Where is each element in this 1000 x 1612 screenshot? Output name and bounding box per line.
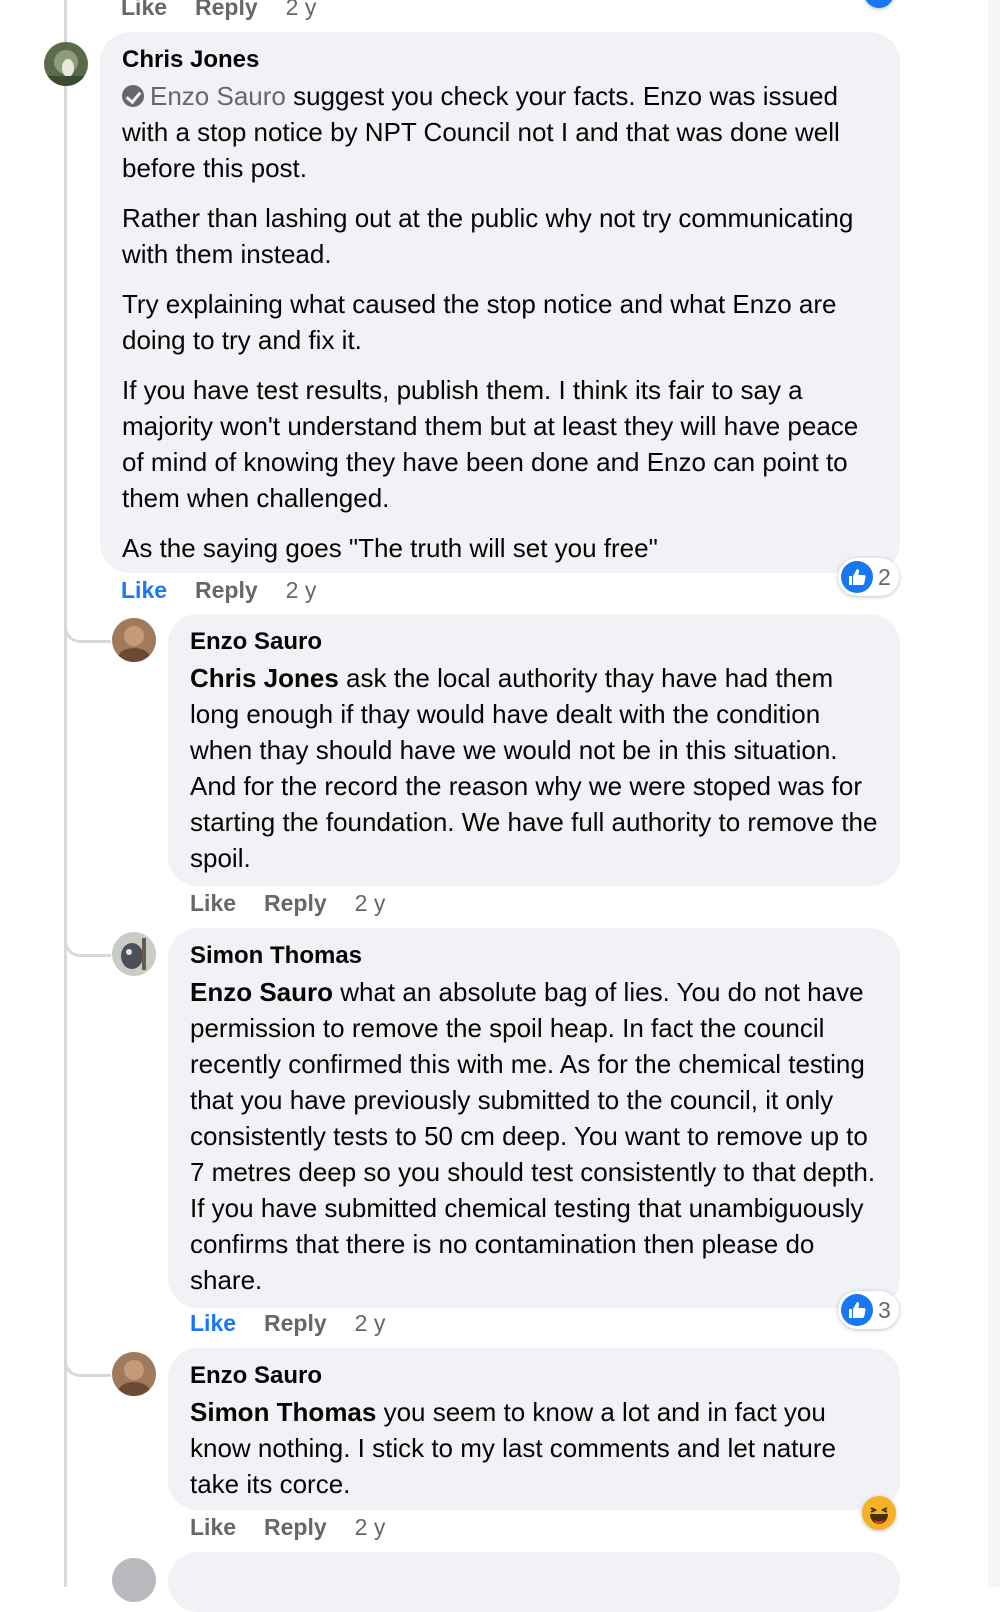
thumbs-up-icon: [841, 1294, 873, 1326]
avatar-image: [112, 932, 156, 976]
comment-bubble: Enzo Sauro Chris Jones ask the local aut…: [168, 614, 900, 886]
avatar[interactable]: [112, 1352, 156, 1396]
reply-button[interactable]: Reply: [264, 890, 327, 917]
comment-time[interactable]: 2 y: [355, 1514, 386, 1541]
partial-avatar: [112, 1558, 156, 1602]
comment-paragraph: Try explaining what caused the stop noti…: [122, 289, 837, 355]
comment-actions: Like Reply 2 y: [121, 577, 344, 604]
avatar-image: [112, 1352, 156, 1396]
reply-button[interactable]: Reply: [195, 0, 258, 21]
comment-paragraph: If you have test results, publish them. …: [122, 375, 859, 513]
avatar-image: [112, 618, 156, 662]
mention-link[interactable]: Enzo Sauro: [190, 977, 333, 1007]
avatar[interactable]: [112, 932, 156, 976]
comment-author[interactable]: Enzo Sauro: [190, 628, 880, 656]
mention-link[interactable]: Simon Thomas: [190, 1397, 376, 1427]
thumbs-up-icon: [841, 561, 873, 593]
reply-button[interactable]: Reply: [195, 577, 258, 604]
like-button[interactable]: Like: [121, 0, 167, 21]
like-button[interactable]: Like: [190, 1310, 236, 1337]
avatar[interactable]: [112, 618, 156, 662]
comment-text: Chris Jones ask the local authority thay…: [190, 663, 878, 873]
previous-comment-actions: Like Reply 2 y: [121, 0, 344, 21]
thread-branch: [64, 1330, 111, 1377]
reaction-summary[interactable]: 3: [838, 1291, 899, 1329]
thread-branch: [64, 900, 111, 957]
comment-actions: Like Reply 2 y: [190, 1310, 413, 1337]
comment-bubble: Simon Thomas Enzo Sauro what an absolute…: [168, 928, 900, 1308]
comment-actions: Like Reply 2 y: [190, 890, 413, 917]
scrollbar-track[interactable]: [988, 0, 1000, 1587]
comment-actions: Like Reply 2 y: [190, 1514, 413, 1541]
comment-text: Simon Thomas you seem to know a lot and …: [190, 1397, 836, 1499]
comment-time[interactable]: 2 y: [286, 577, 317, 604]
comment-text: Enzo Sauro suggest you check your facts.…: [122, 81, 840, 183]
comment-paragraph: Rather than lashing out at the public wh…: [122, 203, 854, 269]
partial-comment-bubble: [168, 1552, 900, 1612]
reaction-count: 3: [878, 1296, 891, 1323]
reaction-count: 2: [878, 563, 891, 590]
like-button[interactable]: Like: [121, 577, 167, 604]
comment-author[interactable]: Enzo Sauro: [190, 1362, 880, 1390]
reply-button[interactable]: Reply: [264, 1514, 327, 1541]
avatar[interactable]: [44, 42, 88, 86]
verified-badge-icon: [122, 85, 144, 107]
mention-link[interactable]: Enzo Sauro: [150, 81, 286, 111]
mention-link[interactable]: Chris Jones: [190, 663, 339, 693]
like-button[interactable]: Like: [190, 1514, 236, 1541]
thread-branch: [64, 600, 111, 643]
avatar-image: [44, 42, 88, 86]
reaction-summary[interactable]: 2: [838, 558, 899, 596]
reply-button[interactable]: Reply: [264, 1310, 327, 1337]
comment-text: Enzo Sauro what an absolute bag of lies.…: [190, 977, 876, 1295]
comment-author[interactable]: Simon Thomas: [190, 942, 880, 970]
haha-reaction-icon[interactable]: [862, 1496, 896, 1530]
comment-bubble: Enzo Sauro Simon Thomas you seem to know…: [168, 1348, 900, 1510]
comment-bubble: Chris Jones Enzo Sauro suggest you check…: [100, 32, 900, 573]
comment-time[interactable]: 2 y: [355, 1310, 386, 1337]
comment-time[interactable]: 2 y: [355, 890, 386, 917]
like-button[interactable]: Like: [190, 890, 236, 917]
comment-author[interactable]: Chris Jones: [122, 46, 880, 74]
comment-paragraph: As the saying goes "The truth will set y…: [122, 533, 658, 563]
comment-time[interactable]: 2 y: [286, 0, 317, 21]
partial-reaction-icon: [864, 0, 894, 8]
